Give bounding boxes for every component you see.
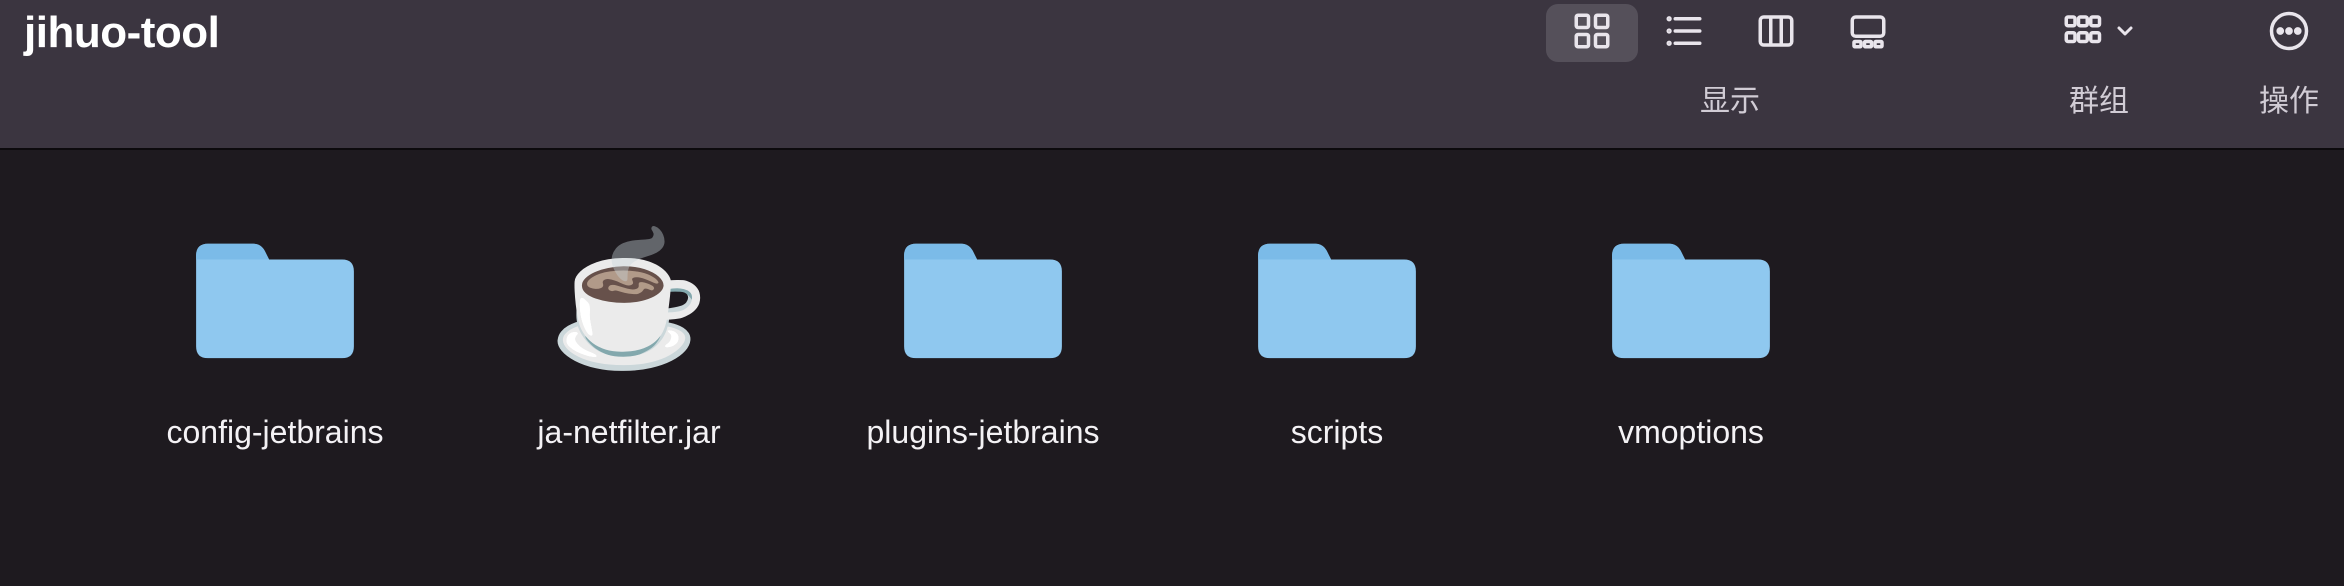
file-item-label: scripts <box>1291 414 1383 451</box>
jar-icon: ☕ <box>539 224 719 374</box>
gallery-icon <box>1847 10 1889 57</box>
column-view-button[interactable] <box>1730 4 1822 62</box>
columns-icon <box>1755 10 1797 57</box>
list-icon <box>1663 10 1705 57</box>
file-item[interactable]: scripts <box>1202 224 1472 586</box>
folder-icon <box>185 224 365 374</box>
toolbar-controls: 显示 <box>1546 0 2344 148</box>
more-circle-icon <box>2268 10 2310 57</box>
folder-icon <box>1601 224 1781 374</box>
group-by-button[interactable] <box>2045 4 2153 62</box>
chevron-down-icon <box>2113 19 2137 48</box>
file-grid: config-jetbrains ☕ ja-netfilter.jar plug… <box>0 150 2344 586</box>
view-mode-label: 显示 <box>1546 76 1914 120</box>
file-item-label: vmoptions <box>1618 414 1764 451</box>
gallery-view-button[interactable] <box>1822 4 1914 62</box>
action-menu-button[interactable] <box>2252 4 2326 62</box>
folder-icon <box>1247 224 1427 374</box>
action-menu-label: 操作 <box>2234 76 2344 120</box>
file-item[interactable]: ☕ ja-netfilter.jar <box>494 224 764 586</box>
icon-view-button[interactable] <box>1546 4 1638 62</box>
list-view-button[interactable] <box>1638 4 1730 62</box>
group-by-label: 群组 <box>2034 76 2164 120</box>
group-icon <box>2061 10 2103 57</box>
window-title: jihuo-tool <box>24 8 219 58</box>
group-by-control: 群组 <box>2034 4 2164 62</box>
file-item[interactable]: vmoptions <box>1556 224 1826 586</box>
file-item-label: ja-netfilter.jar <box>537 414 720 451</box>
folder-icon <box>893 224 1073 374</box>
view-mode-group: 显示 <box>1546 4 1914 62</box>
file-item-label: plugins-jetbrains <box>866 414 1099 451</box>
file-item-label: config-jetbrains <box>167 414 384 451</box>
file-item[interactable]: config-jetbrains <box>140 224 410 586</box>
action-control: 操作 <box>2234 4 2344 62</box>
file-item[interactable]: plugins-jetbrains <box>848 224 1118 586</box>
finder-toolbar: jihuo-tool <box>0 0 2344 150</box>
grid-icon <box>1571 10 1613 57</box>
